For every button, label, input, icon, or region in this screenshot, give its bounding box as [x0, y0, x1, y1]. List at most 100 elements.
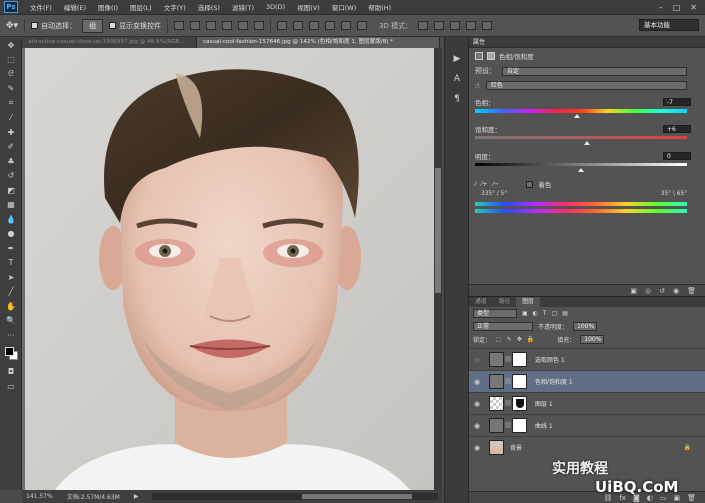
filter-adjust-icon[interactable]: ◐ [533, 310, 538, 317]
chain-link-icon[interactable]: ⛓ [504, 422, 512, 429]
layer-mask-thumbnail[interactable] [512, 396, 527, 411]
lightness-input[interactable]: 0 [663, 151, 691, 160]
filter-pixel-icon[interactable]: ▣ [522, 310, 528, 317]
view-previous-icon[interactable]: ◎ [645, 287, 651, 295]
properties-tab[interactable]: 属性 [469, 37, 705, 48]
layer-row-curves[interactable]: ◉ ⛓ 曲线 1 [469, 414, 705, 436]
distribute-button[interactable] [293, 21, 304, 30]
layer-mask-thumbnail[interactable] [512, 418, 527, 433]
opacity-input[interactable]: 100% [573, 322, 598, 331]
layer-row-hue-saturation[interactable]: ◉ ⛓ 色相/饱和度 1 [469, 370, 705, 392]
minimize-button[interactable]: – [659, 3, 663, 12]
layer-row-layer1[interactable]: ◉ ⛓ 图层 1 [469, 392, 705, 414]
3d-scale-button[interactable] [482, 21, 493, 30]
menu-help[interactable]: 帮助(H) [362, 2, 397, 12]
healing-brush-tool-icon[interactable]: ✚ [0, 125, 22, 140]
brush-tool-icon[interactable]: ✐ [0, 140, 22, 155]
menu-window[interactable]: 窗口(W) [326, 2, 363, 12]
menu-filter[interactable]: 滤镜(T) [226, 2, 260, 12]
canvas-area[interactable] [22, 48, 434, 490]
align-top-button[interactable] [174, 21, 185, 30]
delete-icon[interactable]: 🗑 [687, 287, 696, 295]
saturation-slider-handle[interactable] [584, 141, 591, 145]
layer-row-selective-color[interactable]: ◉ ⛓ 选取颜色 1 [469, 348, 705, 370]
preset-dropdown[interactable]: 自定 [502, 66, 687, 76]
menu-edit[interactable]: 编辑(E) [58, 2, 92, 12]
gradient-tool-icon[interactable]: ▦ [0, 198, 22, 213]
distribute-button[interactable] [277, 21, 288, 30]
visibility-eye-icon[interactable]: ◉ [469, 356, 485, 364]
filter-type-icon[interactable]: T [543, 310, 547, 317]
distribute-button[interactable] [341, 21, 352, 30]
menu-type[interactable]: 文字(Y) [158, 2, 192, 12]
align-center-button[interactable] [238, 21, 249, 30]
layer-name[interactable]: 曲线 1 [535, 421, 553, 430]
eraser-tool-icon[interactable]: ◩ [0, 183, 22, 198]
eyedropper-tool-icon[interactable]: ⁄ [0, 111, 22, 126]
play-action-icon[interactable]: ▶ [445, 49, 469, 69]
lock-transparent-icon[interactable]: ⬚ [496, 336, 502, 343]
3d-slide-button[interactable] [466, 21, 477, 30]
move-tool-icon[interactable]: ✥▾ [6, 21, 18, 31]
horizontal-scrollbar[interactable] [152, 493, 438, 500]
saturation-input[interactable]: +6 [663, 124, 691, 133]
color-swatches[interactable] [0, 343, 21, 365]
quick-mask-icon[interactable]: ◘ [0, 365, 22, 380]
hue-input[interactable]: -7 [663, 97, 691, 106]
distribute-button[interactable] [357, 21, 368, 30]
hand-adjust-icon[interactable]: ☝ [475, 81, 480, 90]
distribute-button[interactable] [309, 21, 320, 30]
hue-slider[interactable] [475, 109, 687, 118]
history-brush-tool-icon[interactable]: ↺ [0, 169, 22, 184]
hue-slider-handle[interactable] [573, 114, 580, 118]
layer-name[interactable]: 色相/饱和度 1 [535, 377, 573, 386]
visibility-eye-icon[interactable]: ◉ [469, 422, 485, 430]
align-middle-button[interactable] [190, 21, 201, 30]
dodge-tool-icon[interactable]: ● [0, 227, 22, 242]
character-panel-icon[interactable]: A [445, 69, 469, 89]
eyedropper-icon[interactable]: ⁄ [475, 180, 476, 188]
3d-rotate-button[interactable] [418, 21, 429, 30]
path-select-tool-icon[interactable]: ➤ [0, 270, 22, 285]
align-left-button[interactable] [222, 21, 233, 30]
clip-to-layer-icon[interactable]: ▣ [630, 287, 637, 295]
filter-shape-icon[interactable]: ▢ [552, 310, 558, 317]
layer-name[interactable]: 选取颜色 1 [535, 355, 565, 364]
tab-channels[interactable]: 通道 [469, 297, 493, 307]
document-tab-1[interactable]: attractive-casual-close-up-1906997.jpg @… [22, 37, 197, 48]
3d-roll-button[interactable] [434, 21, 445, 30]
layer-mask-thumbnail[interactable] [512, 374, 527, 389]
filter-smart-icon[interactable]: ▤ [562, 310, 568, 317]
horizontal-scrollbar-thumb[interactable] [302, 494, 413, 499]
3d-pan-button[interactable] [450, 21, 461, 30]
crop-tool-icon[interactable]: ⌗ [0, 96, 22, 111]
blend-mode-dropdown[interactable]: 正常 [473, 322, 533, 331]
visibility-icon[interactable]: ◉ [673, 287, 679, 295]
foreground-color-swatch[interactable] [5, 346, 14, 356]
more-tools-icon[interactable]: ··· [0, 328, 22, 343]
type-tool-icon[interactable]: T [0, 256, 22, 271]
layer-mask-thumbnail[interactable] [512, 352, 527, 367]
paragraph-panel-icon[interactable]: ¶ [445, 89, 469, 109]
visibility-eye-icon[interactable]: ◉ [469, 378, 485, 386]
lock-paint-icon[interactable]: ✎ [507, 336, 512, 343]
pen-tool-icon[interactable]: ✒ [0, 241, 22, 256]
workspace-dropdown[interactable]: 基本功能 [639, 19, 699, 31]
auto-select-checkbox[interactable]: 自动选择： [31, 21, 76, 31]
layer-filter-dropdown[interactable]: 类型 [473, 309, 517, 318]
lock-all-icon[interactable]: 🔒 [527, 336, 534, 343]
menu-file[interactable]: 文件(F) [24, 2, 58, 12]
menu-select[interactable]: 选择(S) [192, 2, 226, 12]
zoom-tool-icon[interactable]: 🔍 [0, 314, 22, 329]
saturation-slider[interactable] [475, 136, 687, 145]
move-tool-icon[interactable]: ✥ [0, 38, 22, 53]
lock-position-icon[interactable]: ✥ [517, 336, 522, 343]
lasso-tool-icon[interactable]: ᘓ [0, 67, 22, 82]
visibility-eye-icon[interactable]: ◉ [469, 400, 485, 408]
screen-mode-icon[interactable]: ▭ [0, 379, 22, 394]
menu-view[interactable]: 视图(V) [291, 2, 326, 12]
eyedropper-minus-icon[interactable]: ⁄− [493, 180, 500, 188]
colorize-checkbox[interactable] [526, 180, 534, 188]
line-tool-icon[interactable]: ╱ [0, 285, 22, 300]
layer-row-background[interactable]: ◉ 背景 🔒 [469, 436, 705, 458]
